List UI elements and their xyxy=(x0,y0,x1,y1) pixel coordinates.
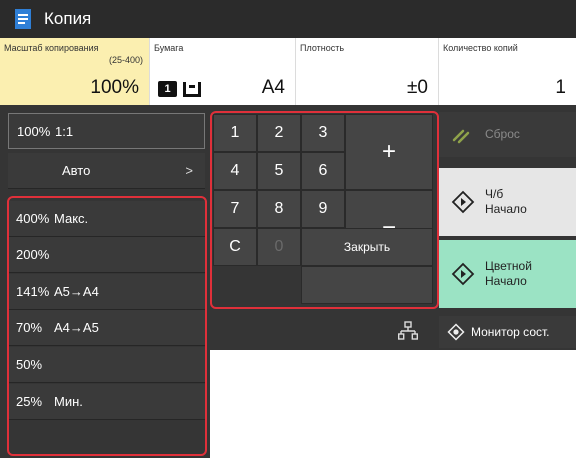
document-icon xyxy=(15,9,31,29)
scale-item-current[interactable]: 100% 1:1 xyxy=(8,113,205,149)
scale-description: A4→A5 xyxy=(54,320,99,335)
scale-item-200[interactable]: 200% xyxy=(8,237,205,273)
copies-label: Количество копий xyxy=(443,43,518,53)
title-bar: Копия xyxy=(0,0,576,38)
density-label: Плотность xyxy=(300,43,345,53)
key-8[interactable]: 8 xyxy=(257,190,301,228)
scale-percent: 200% xyxy=(16,247,50,262)
close-keypad-button[interactable]: Закрыть xyxy=(301,228,433,266)
key-0: 0 xyxy=(257,228,301,266)
scale-percent: 141% xyxy=(16,284,50,299)
plus-key[interactable]: + xyxy=(345,114,433,190)
scale-item-141[interactable]: 141% A5→A4 xyxy=(8,274,205,310)
status-monitor-button[interactable]: Монитор сост. xyxy=(439,316,576,348)
key-2[interactable]: 2 xyxy=(257,114,301,152)
scale-item-25[interactable]: 25% Мин. xyxy=(8,384,205,420)
chevron-right-icon: > xyxy=(185,163,193,178)
copy-ratio-label: Масштаб копирования xyxy=(4,43,99,53)
copies-value: 1 xyxy=(555,77,566,98)
paper-tray-icon xyxy=(183,81,201,97)
scale-percent: 25% xyxy=(16,394,43,409)
copy-ratio-range: (25-400) xyxy=(108,55,143,65)
bw-start-button[interactable]: Ч/б Начало xyxy=(439,168,576,236)
close-key-hidden xyxy=(301,266,433,304)
color-start-label: Цветной Начало xyxy=(485,259,532,288)
clear-key[interactable]: C xyxy=(213,228,257,266)
scale-item-50[interactable]: 50% xyxy=(8,347,205,383)
scale-percent: 70% xyxy=(16,320,43,335)
scale-description: Мин. xyxy=(54,394,83,409)
scale-percent: 400% xyxy=(16,211,50,226)
density-setting[interactable]: Плотность ±0 xyxy=(296,38,439,105)
tray-number-icon: 1 xyxy=(158,81,177,97)
reset-icon xyxy=(452,129,470,143)
scale-description: Макс. xyxy=(54,211,89,226)
scale-item-400[interactable]: 400% Макс. xyxy=(8,201,205,237)
status-monitor-label: Монитор сост. xyxy=(471,324,550,339)
empty-area xyxy=(210,350,576,458)
status-monitor-icon xyxy=(447,323,465,341)
reset-label: Сброс xyxy=(485,127,520,141)
density-value: ±0 xyxy=(407,77,428,98)
reset-button[interactable]: Сброс xyxy=(439,112,576,157)
paper-setting[interactable]: Бумага 1 A4 xyxy=(150,38,296,105)
key-3[interactable]: 3 xyxy=(301,114,345,152)
key-6[interactable]: 6 xyxy=(301,152,345,190)
copy-ratio-value: 100% xyxy=(90,77,139,98)
key-5[interactable]: 5 xyxy=(257,152,301,190)
paper-label: Бумага xyxy=(154,43,184,53)
start-icon xyxy=(451,190,475,214)
copies-setting[interactable]: Количество копий 1 xyxy=(439,38,576,105)
key-1[interactable]: 1 xyxy=(213,114,257,152)
network-icon[interactable] xyxy=(398,320,418,342)
scale-description: 1:1 xyxy=(55,123,74,139)
key-9[interactable]: 9 xyxy=(301,190,345,228)
start-icon xyxy=(451,262,475,286)
paper-tray-indicator: 1 xyxy=(158,81,201,97)
scale-item-70[interactable]: 70% A4→A5 xyxy=(8,310,205,346)
page-title: Копия xyxy=(44,9,92,28)
key-4[interactable]: 4 xyxy=(213,152,257,190)
color-start-button[interactable]: Цветной Начало xyxy=(439,240,576,308)
scale-percent: 100% xyxy=(17,123,51,139)
scale-description: A5→A4 xyxy=(54,284,99,299)
scale-auto-label: Авто xyxy=(62,163,91,178)
scale-item-auto[interactable]: Авто > xyxy=(8,153,205,189)
key-7[interactable]: 7 xyxy=(213,190,257,228)
bw-start-label: Ч/б Начало xyxy=(485,187,527,216)
copy-ratio-setting[interactable]: Масштаб копирования (25-400) 100% xyxy=(0,38,150,105)
paper-size-value: A4 xyxy=(261,77,285,98)
scale-percent: 50% xyxy=(16,357,43,372)
